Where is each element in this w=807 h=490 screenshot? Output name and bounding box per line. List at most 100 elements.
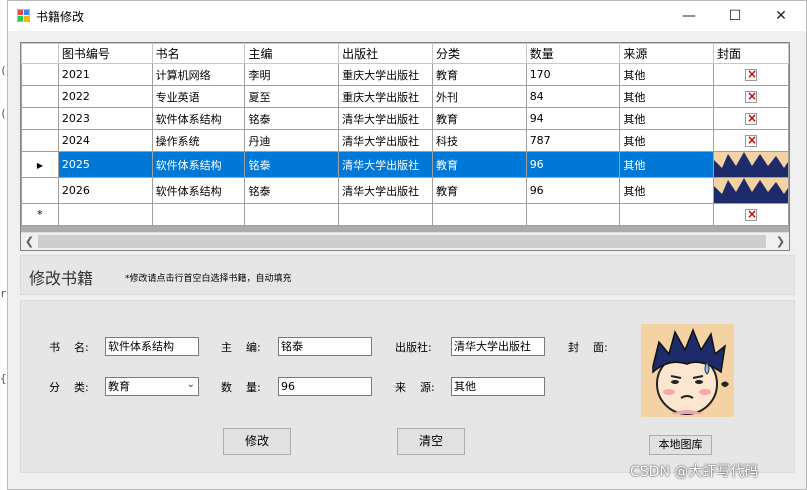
column-header-editor[interactable]: 主编 [244,43,340,64]
cell-source[interactable]: 其他 [619,107,714,130]
cell-category[interactable]: 教育 [432,63,527,86]
cell-publisher[interactable]: 清华大学出版社 [338,177,434,204]
cell-id[interactable]: 2021 [57,63,153,86]
cell-source[interactable]: 其他 [619,151,714,178]
column-header-cover[interactable]: 封面 [712,43,789,64]
source-input[interactable]: 其他 [451,377,545,396]
cell-editor[interactable]: 铭泰 [244,177,340,204]
cell-cover[interactable] [712,177,789,204]
cell-source[interactable]: 其他 [619,177,714,204]
row-header-cell[interactable] [21,177,59,204]
cell-quantity[interactable]: 96 [525,151,621,178]
minimize-button[interactable]: — [666,1,712,31]
cell-editor[interactable]: 丹迪 [244,129,340,152]
cell-quantity[interactable]: 94 [525,107,621,130]
cell-name[interactable]: 操作系统 [151,129,246,152]
cell-editor[interactable]: 铭泰 [244,107,340,130]
cell-source[interactable]: 其他 [619,85,714,108]
cell-editor[interactable]: 铭泰 [244,151,340,178]
category-select[interactable]: 教育 ⌄ [105,377,199,396]
cell-name[interactable]: 软件体系结构 [151,177,246,204]
new-row-header-cell[interactable]: * [21,203,59,226]
column-header-publisher[interactable]: 出版社 [338,43,434,64]
table-row[interactable]: 2026 软件体系结构 铭泰 清华大学出版社 教育 96 其他 [21,177,789,204]
horizontal-scrollbar[interactable]: ❮ ❯ [21,232,789,250]
cell-publisher[interactable]: 重庆大学出版社 [338,85,434,108]
clear-button[interactable]: 清空 [397,428,465,455]
publisher-input[interactable]: 清华大学出版社 [451,337,545,356]
row-header-cell[interactable]: ▶ [21,151,59,178]
empty-cell[interactable] [151,203,246,226]
column-header-quantity[interactable]: 数量 [525,43,621,64]
cell-category[interactable]: 科技 [432,129,527,152]
table-row[interactable]: 2022 专业英语 夏至 重庆大学出版社 外刊 84 其他 [21,85,789,108]
scroll-right-icon[interactable]: ❯ [772,233,789,250]
editor-input[interactable]: 铭泰 [278,337,372,356]
new-row[interactable]: * [21,203,789,226]
cell-cover[interactable] [712,107,789,130]
cell-id[interactable]: 2026 [57,177,153,204]
cell-name[interactable]: 专业英语 [151,85,246,108]
cell-editor[interactable]: 夏至 [244,85,340,108]
books-grid[interactable]: 图书编号 书名 主编 出版社 分类 数量 来源 封面 2021 计算机网络 李明 重庆… [20,42,790,251]
cell-cover[interactable] [712,203,789,226]
empty-cell[interactable] [525,203,621,226]
table-row[interactable]: 2023 软件体系结构 铭泰 清华大学出版社 教育 94 其他 [21,107,789,130]
column-header-source[interactable]: 来源 [619,43,714,64]
modify-button[interactable]: 修改 [223,428,291,455]
cell-category[interactable]: 教育 [432,107,527,130]
empty-cell[interactable] [244,203,340,226]
quantity-input[interactable]: 96 [278,377,372,396]
column-header-name[interactable]: 书名 [151,43,246,64]
cell-quantity[interactable]: 787 [525,129,621,152]
close-button[interactable]: ✕ [758,1,804,31]
cell-name[interactable]: 软件体系结构 [151,107,246,130]
cell-quantity[interactable]: 170 [525,63,621,86]
cell-editor[interactable]: 李明 [244,63,340,86]
cell-quantity[interactable]: 84 [525,85,621,108]
maximize-button[interactable]: ☐ [712,1,758,31]
empty-cell[interactable] [338,203,434,226]
cell-cover[interactable] [712,63,789,86]
cell-category[interactable]: 教育 [432,177,527,204]
scroll-thumb[interactable] [38,235,766,248]
cell-id[interactable]: 2022 [57,85,153,108]
cell-id[interactable]: 2025 [57,151,153,178]
cell-cover[interactable] [712,85,789,108]
local-gallery-button[interactable]: 本地图库 [649,435,712,455]
column-header-id[interactable]: 图书编号 [57,43,153,64]
empty-cell[interactable] [619,203,714,226]
cell-cover[interactable] [712,151,789,178]
cell-id[interactable]: 2024 [57,129,153,152]
cell-publisher[interactable]: 清华大学出版社 [338,151,434,178]
cell-category[interactable]: 外刊 [432,85,527,108]
table-row[interactable]: 2021 计算机网络 李明 重庆大学出版社 教育 170 其他 [21,63,789,86]
close-icon: ✕ [775,8,787,24]
table-row[interactable]: 2024 操作系统 丹迪 清华大学出版社 科技 787 其他 [21,129,789,152]
cell-source[interactable]: 其他 [619,129,714,152]
title-bar[interactable]: 书籍修改 — ☐ ✕ [8,1,806,31]
cell-publisher[interactable]: 清华大学出版社 [338,107,434,130]
scroll-left-icon[interactable]: ❮ [21,233,38,250]
cell-cover[interactable] [712,129,789,152]
cell-id[interactable]: 2023 [57,107,153,130]
table-row[interactable]: ▶ 2025 软件体系结构 铭泰 清华大学出版社 教育 96 其他 [21,151,789,178]
chevron-down-icon[interactable]: ⌄ [187,378,195,392]
cell-name[interactable]: 软件体系结构 [151,151,246,178]
empty-cell[interactable] [432,203,527,226]
cell-publisher[interactable]: 重庆大学出版社 [338,63,434,86]
empty-cell[interactable] [57,203,153,226]
row-header-cell[interactable] [21,63,59,86]
cell-source[interactable]: 其他 [619,63,714,86]
column-header-category[interactable]: 分类 [432,43,527,64]
row-header-cell[interactable] [21,107,59,130]
cell-name[interactable]: 计算机网络 [151,63,246,86]
cell-category[interactable]: 教育 [432,151,527,178]
cell-publisher[interactable]: 清华大学出版社 [338,129,434,152]
row-header-cell[interactable] [21,85,59,108]
cell-quantity[interactable]: 96 [525,177,621,204]
row-header-corner[interactable] [21,43,59,64]
broken-image-icon [744,111,757,125]
book-name-input[interactable]: 软件体系结构 [105,337,199,356]
row-header-cell[interactable] [21,129,59,152]
